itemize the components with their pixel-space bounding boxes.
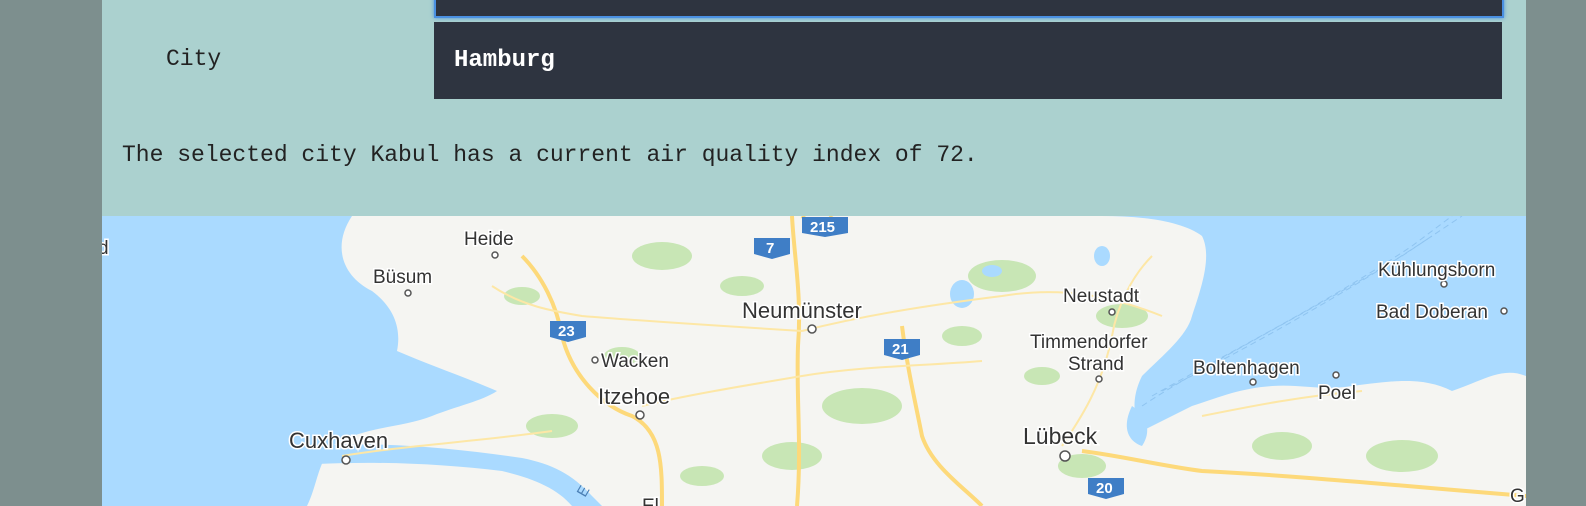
svg-text:215: 215 xyxy=(810,219,835,236)
map-label-poel: Poel xyxy=(1318,383,1356,404)
previous-select-field[interactable] xyxy=(434,0,1504,18)
selection-panel: City Hamburg The selected city Kabul has… xyxy=(102,0,1526,216)
map-label-kuhlungsborn: Kühlungsborn xyxy=(1378,260,1495,281)
map-label-bad-doberan: Bad Doberan xyxy=(1376,302,1488,323)
map-label-heide: Heide xyxy=(464,229,514,250)
city-label: City xyxy=(166,46,222,72)
map-view[interactable]: d Heide Büsum Neumünster Wacken Itzehoe … xyxy=(102,216,1526,506)
map-canvas[interactable]: d Heide Büsum Neumünster Wacken Itzehoe … xyxy=(102,216,1526,506)
map-label-neumunster: Neumünster xyxy=(742,298,862,323)
svg-text:20: 20 xyxy=(1096,480,1113,497)
city-select[interactable]: Hamburg xyxy=(434,22,1502,99)
map-label-busum: Büsum xyxy=(373,267,432,288)
svg-text:7: 7 xyxy=(766,240,774,257)
map-label-edge: d xyxy=(102,238,109,259)
map-label-partial-bottom: El xyxy=(642,496,659,506)
map-label-strand: Strand xyxy=(1068,354,1124,375)
map-label-timmendorfer: Timmendorfer xyxy=(1030,332,1148,353)
map-label-cuxhaven: Cuxhaven xyxy=(289,428,388,453)
air-quality-result-text: The selected city Kabul has a current ai… xyxy=(122,142,978,168)
svg-text:21: 21 xyxy=(892,341,909,358)
shield-a215: 215 xyxy=(802,217,848,237)
map-label-lubeck: Lübeck xyxy=(1023,423,1098,449)
map-label-itzehoe: Itzehoe xyxy=(598,384,670,409)
map-label-wacken: Wacken xyxy=(601,351,669,372)
map-label-edge-right: G xyxy=(1510,486,1525,506)
svg-text:23: 23 xyxy=(558,323,575,340)
map-label-boltenhagen: Boltenhagen xyxy=(1193,358,1300,379)
map-label-neustadt: Neustadt xyxy=(1063,286,1140,307)
